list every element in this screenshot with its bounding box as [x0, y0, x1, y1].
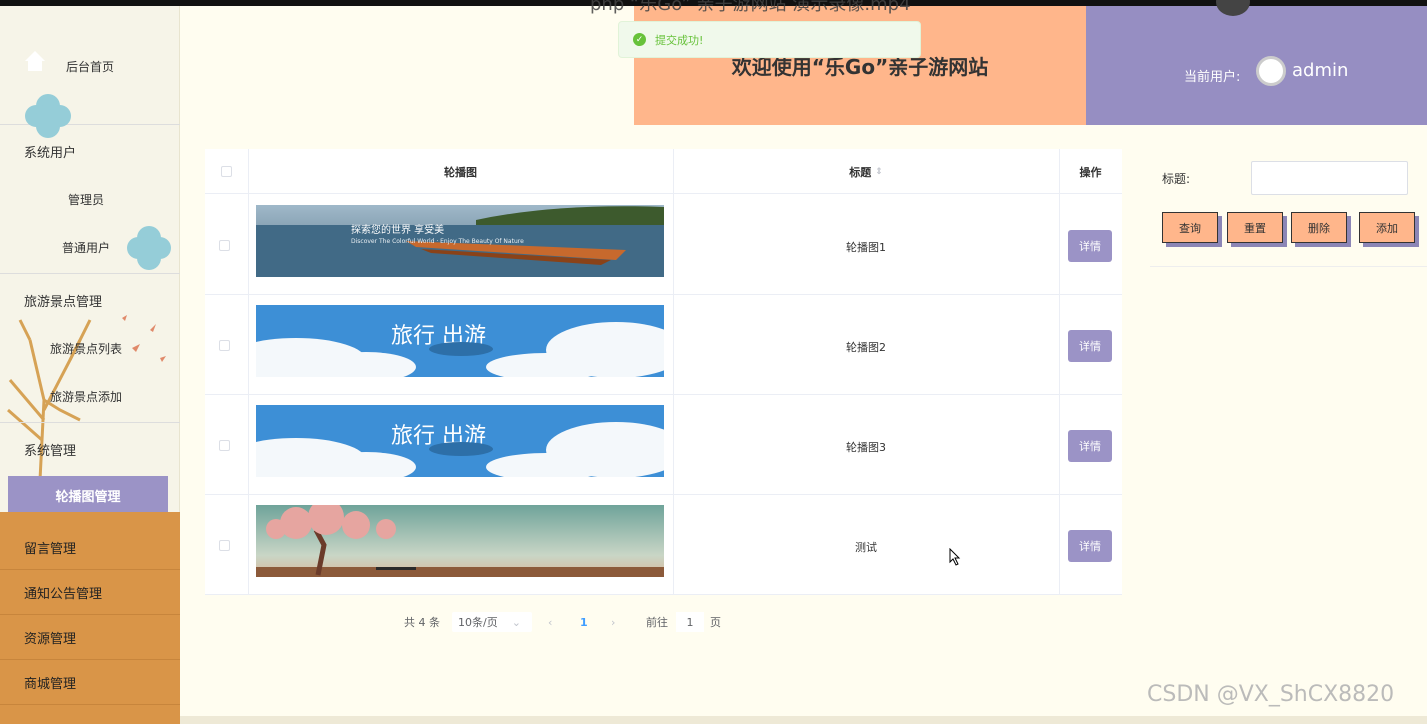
sidebar-item-admin[interactable]: 管理员	[68, 191, 104, 208]
sidebar-group-system[interactable]: 系统管理	[24, 440, 76, 459]
sidebar-item-notices[interactable]: 通知公告管理	[0, 570, 180, 615]
toast-message: 提交成功!	[655, 33, 704, 47]
user-panel: 当前用户: admin	[1086, 6, 1427, 125]
sidebar-item-users[interactable]: 普通用户	[62, 239, 110, 256]
cloud-decoration-icon	[25, 94, 71, 138]
row-checkbox[interactable]	[219, 540, 230, 551]
detail-button[interactable]: 详情	[1068, 430, 1112, 462]
sidebar-item-shop[interactable]: 商城管理	[0, 660, 180, 705]
sidebar-group-attractions[interactable]: 旅游景点管理	[24, 291, 102, 310]
title-search-input[interactable]	[1251, 161, 1408, 195]
title-search-label: 标题:	[1162, 172, 1191, 186]
query-button[interactable]: 查询	[1162, 212, 1218, 243]
detail-button[interactable]: 详情	[1068, 330, 1112, 362]
chevron-down-icon: ⌄	[511, 615, 521, 629]
divider	[1150, 266, 1427, 267]
sort-icon[interactable]: ⇕	[875, 167, 883, 177]
watermark: CSDN @VX_ShCX8820	[1147, 682, 1395, 707]
pagination-total: 共 4 条	[404, 616, 440, 629]
reset-button[interactable]: 重置	[1227, 212, 1283, 243]
table-row: 探索您的世界 享受美 Discover The Colorful World ·…	[205, 195, 1122, 295]
column-header-title-label: 标题	[849, 165, 872, 179]
banner-image: 旅行 出游	[256, 405, 664, 477]
column-header-image: 轮播图	[444, 165, 477, 179]
page-size-select[interactable]: 10条/页 ⌄	[452, 612, 532, 632]
bottom-strip	[180, 716, 1427, 724]
current-page[interactable]: 1	[580, 612, 588, 632]
table-row: 测试 详情	[205, 495, 1122, 595]
row-checkbox[interactable]	[219, 340, 230, 351]
divider	[0, 422, 180, 423]
sidebar-home-label: 后台首页	[66, 60, 115, 74]
row-checkbox[interactable]	[219, 440, 230, 451]
row-title: 测试	[855, 541, 877, 554]
page-size-value: 10条/页	[458, 616, 498, 629]
next-page-button[interactable]: ›	[611, 612, 615, 632]
banner-text: 探索您的世界 享受美	[351, 223, 444, 236]
table-row: 旅行 出游 轮播图2 详情	[205, 295, 1122, 395]
column-header-actions: 操作	[1079, 165, 1102, 179]
row-title: 轮播图2	[846, 341, 886, 354]
table-header: 轮播图 标题 ⇕ 操作	[205, 149, 1122, 194]
detail-button[interactable]: 详情	[1068, 230, 1112, 262]
sidebar-group-users[interactable]: 系统用户	[24, 142, 76, 161]
add-button[interactable]: 添加	[1359, 212, 1415, 243]
sidebar-home[interactable]: 后台首页	[0, 0, 180, 138]
mouse-cursor-icon	[949, 548, 961, 566]
banner-image: 旅行 出游	[256, 305, 664, 377]
sidebar-item-attraction-list[interactable]: 旅游景点列表	[50, 340, 122, 357]
table-row: 旅行 出游 轮播图3 详情	[205, 395, 1122, 495]
check-circle-icon: ✓	[633, 33, 646, 46]
row-checkbox[interactable]	[219, 240, 230, 251]
banner-image: 探索您的世界 享受美 Discover The Colorful World ·…	[256, 205, 664, 277]
page-unit-label: 页	[710, 616, 721, 629]
delete-button[interactable]: 删除	[1291, 212, 1347, 243]
sidebar-item-messages[interactable]: 留言管理	[0, 525, 180, 570]
banner-subtext: Discover The Colorful World · Enjoy The …	[351, 238, 524, 245]
row-title: 轮播图3	[846, 441, 886, 454]
goto-page-input[interactable]: 1	[676, 612, 704, 632]
avatar[interactable]	[1256, 56, 1286, 86]
window-title: php “乐Go” 亲子游网站 演示录像.mp4	[590, 0, 911, 15]
banner-image	[256, 505, 664, 577]
current-user-label: 当前用户:	[1184, 70, 1241, 85]
row-title: 轮播图1	[846, 241, 886, 254]
detail-button[interactable]: 详情	[1068, 530, 1112, 562]
sidebar-item-banner-management[interactable]: 轮播图管理	[8, 476, 168, 514]
sidebar-item-resources[interactable]: 资源管理	[0, 615, 180, 660]
divider	[0, 273, 180, 274]
sidebar: 后台首页 系统用户 管理员 普通用户 旅游景点管理 旅游景点列表 旅游景点添加 …	[0, 0, 180, 724]
success-toast: ✓ 提交成功!	[618, 21, 921, 58]
username[interactable]: admin	[1292, 60, 1348, 81]
column-header-title[interactable]: 标题 ⇕	[673, 149, 1059, 194]
sidebar-item-attraction-add[interactable]: 旅游景点添加	[50, 388, 122, 405]
home-icon	[25, 51, 45, 71]
cloud-decoration-icon	[127, 226, 171, 270]
sidebar-bottom-menu: 留言管理 通知公告管理 资源管理 商城管理	[0, 512, 180, 724]
prev-page-button[interactable]: ‹	[548, 612, 552, 632]
goto-label: 前往	[646, 616, 668, 629]
banner-table: 轮播图 标题 ⇕ 操作 探索您的世界 享受美 Discover The Colo…	[205, 149, 1122, 595]
select-all-checkbox[interactable]	[221, 166, 232, 177]
